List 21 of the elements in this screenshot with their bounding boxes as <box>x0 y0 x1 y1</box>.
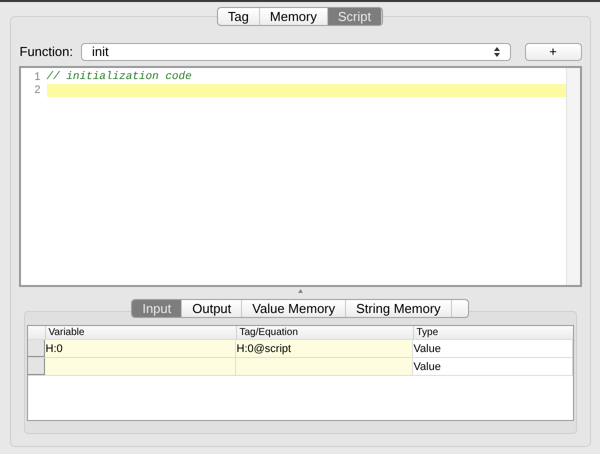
row-header[interactable] <box>28 340 44 357</box>
line-number: 2 <box>33 84 42 97</box>
tab[interactable]: Output <box>182 300 242 317</box>
row-header[interactable] <box>28 358 44 375</box>
add-button[interactable]: + <box>524 43 582 61</box>
table-cell: Value <box>412 340 572 357</box>
tab[interactable]: Value Memory <box>242 300 346 317</box>
column-header[interactable]: Tag/Equation <box>236 326 412 339</box>
column-header[interactable]: Variable <box>44 326 236 339</box>
table-cell: Value <box>412 358 572 375</box>
table-cell: H:0@script <box>236 340 412 357</box>
code-line: // initialization code <box>46 71 193 84</box>
updown-icon <box>494 47 500 57</box>
code-editor[interactable]: 1 2 // initialization code <box>18 66 582 287</box>
tab[interactable]: String Memory <box>346 300 452 317</box>
column-header[interactable]: Type <box>412 326 572 339</box>
line-number: 1 <box>33 71 42 84</box>
function-dropdown[interactable]: init <box>80 43 511 61</box>
table-cell: H:0 <box>44 340 236 357</box>
function-label: Function: <box>20 43 73 62</box>
splitter-handle-icon[interactable] <box>298 289 302 293</box>
